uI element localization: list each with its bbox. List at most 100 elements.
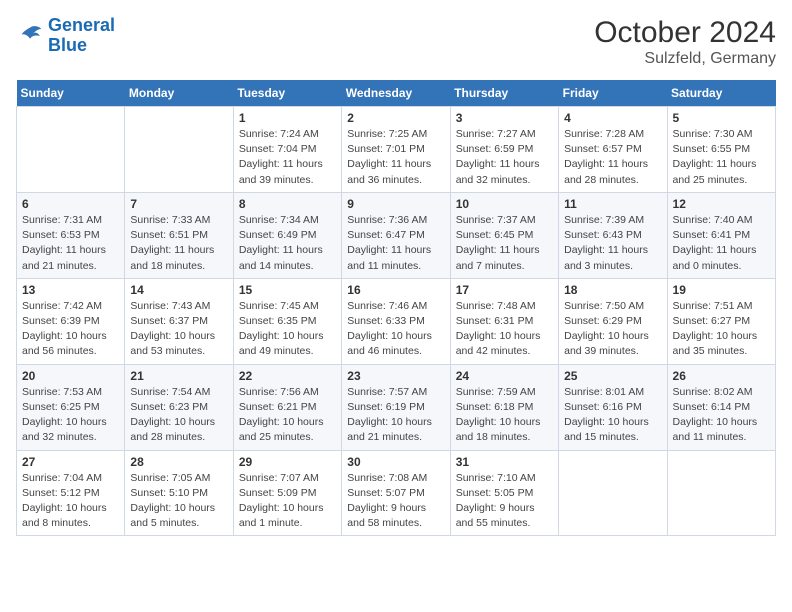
- calendar-week-2: 6Sunrise: 7:31 AMSunset: 6:53 PMDaylight…: [17, 192, 776, 278]
- calendar-cell: 30 Sunrise: 7:08 AMSunset: 5:07 PMDayligh…: [342, 450, 450, 536]
- day-number: 10: [456, 197, 553, 211]
- day-number: 8: [239, 197, 336, 211]
- calendar-cell: [559, 450, 667, 536]
- calendar-header: Sunday Monday Tuesday Wednesday Thursday…: [17, 80, 776, 107]
- col-monday: Monday: [125, 80, 233, 107]
- day-number: 31: [456, 455, 553, 469]
- day-number: 23: [347, 369, 444, 383]
- calendar-body: 1 Sunrise: 7:24 AMSunset: 7:04 PMDaylight…: [17, 107, 776, 536]
- day-number: 15: [239, 283, 336, 297]
- calendar-table: Sunday Monday Tuesday Wednesday Thursday…: [16, 80, 776, 536]
- day-info: Sunrise: 7:56 AMSunset: 6:21 PMDaylight:…: [239, 385, 336, 446]
- calendar-week-1: 1 Sunrise: 7:24 AMSunset: 7:04 PMDaylight…: [17, 107, 776, 193]
- day-info: Sunrise: 7:40 AMSunset: 6:41 PMDaylight:…: [673, 213, 770, 274]
- calendar-week-5: 27 Sunrise: 7:04 AMSunset: 5:12 PMDayligh…: [17, 450, 776, 536]
- logo-text: General Blue: [48, 16, 115, 56]
- calendar-cell: 23 Sunrise: 7:57 AMSunset: 6:19 PMDayligh…: [342, 364, 450, 450]
- day-number: 17: [456, 283, 553, 297]
- calendar-cell: 9 Sunrise: 7:36 AMSunset: 6:47 PMDaylight…: [342, 192, 450, 278]
- day-number: 1: [239, 111, 336, 125]
- day-number: 13: [22, 283, 119, 297]
- day-number: 27: [22, 455, 119, 469]
- day-info: Sunrise: 7:34 AMSunset: 6:49 PMDaylight:…: [239, 213, 336, 274]
- day-number: 14: [130, 283, 227, 297]
- calendar-cell: 3 Sunrise: 7:27 AMSunset: 6:59 PMDaylight…: [450, 107, 558, 193]
- day-info: Sunrise: 7:28 AMSunset: 6:57 PMDaylight:…: [564, 127, 661, 188]
- calendar-week-3: 13 Sunrise: 7:42 AMSunset: 6:39 PMDayligh…: [17, 278, 776, 364]
- day-info: Sunrise: 7:08 AMSunset: 5:07 PMDaylight:…: [347, 471, 444, 532]
- calendar-cell: [125, 107, 233, 193]
- day-info: Sunrise: 7:36 AMSunset: 6:47 PMDaylight:…: [347, 213, 444, 274]
- day-number: 29: [239, 455, 336, 469]
- calendar-cell: 2Sunrise: 7:25 AMSunset: 7:01 PMDaylight…: [342, 107, 450, 193]
- day-number: 28: [130, 455, 227, 469]
- day-info: Sunrise: 7:24 AMSunset: 7:04 PMDaylight:…: [239, 127, 336, 188]
- day-number: 26: [673, 369, 770, 383]
- day-info: Sunrise: 7:57 AMSunset: 6:19 PMDaylight:…: [347, 385, 444, 446]
- day-info: Sunrise: 7:54 AMSunset: 6:23 PMDaylight:…: [130, 385, 227, 446]
- day-number: 11: [564, 197, 661, 211]
- day-info: Sunrise: 7:42 AMSunset: 6:39 PMDaylight:…: [22, 299, 119, 360]
- calendar-cell: 29 Sunrise: 7:07 AMSunset: 5:09 PMDayligh…: [233, 450, 341, 536]
- calendar-cell: 26 Sunrise: 8:02 AMSunset: 6:14 PMDayligh…: [667, 364, 775, 450]
- day-info: Sunrise: 7:33 AMSunset: 6:51 PMDaylight:…: [130, 213, 227, 274]
- day-number: 9: [347, 197, 444, 211]
- col-saturday: Saturday: [667, 80, 775, 107]
- day-info: Sunrise: 7:27 AMSunset: 6:59 PMDaylight:…: [456, 127, 553, 188]
- col-friday: Friday: [559, 80, 667, 107]
- calendar-cell: 24 Sunrise: 7:59 AMSunset: 6:18 PMDayligh…: [450, 364, 558, 450]
- day-number: 22: [239, 369, 336, 383]
- calendar-cell: 21 Sunrise: 7:54 AMSunset: 6:23 PMDayligh…: [125, 364, 233, 450]
- day-info: Sunrise: 7:48 AMSunset: 6:31 PMDaylight:…: [456, 299, 553, 360]
- calendar-cell: 12Sunrise: 7:40 AMSunset: 6:41 PMDayligh…: [667, 192, 775, 278]
- day-info: Sunrise: 7:25 AMSunset: 7:01 PMDaylight:…: [347, 127, 444, 188]
- col-tuesday: Tuesday: [233, 80, 341, 107]
- col-wednesday: Wednesday: [342, 80, 450, 107]
- day-info: Sunrise: 7:04 AMSunset: 5:12 PMDaylight:…: [22, 471, 119, 532]
- day-number: 24: [456, 369, 553, 383]
- calendar-cell: 10Sunrise: 7:37 AMSunset: 6:45 PMDayligh…: [450, 192, 558, 278]
- calendar-cell: 13 Sunrise: 7:42 AMSunset: 6:39 PMDayligh…: [17, 278, 125, 364]
- day-info: Sunrise: 7:30 AMSunset: 6:55 PMDaylight:…: [673, 127, 770, 188]
- calendar-cell: 5 Sunrise: 7:30 AMSunset: 6:55 PMDaylight…: [667, 107, 775, 193]
- col-thursday: Thursday: [450, 80, 558, 107]
- calendar-week-4: 20Sunrise: 7:53 AMSunset: 6:25 PMDayligh…: [17, 364, 776, 450]
- day-number: 7: [130, 197, 227, 211]
- calendar-cell: 22 Sunrise: 7:56 AMSunset: 6:21 PMDayligh…: [233, 364, 341, 450]
- calendar-cell: 8 Sunrise: 7:34 AMSunset: 6:49 PMDaylight…: [233, 192, 341, 278]
- logo-bird-icon: [16, 22, 44, 50]
- header-row: Sunday Monday Tuesday Wednesday Thursday…: [17, 80, 776, 107]
- calendar-cell: 27 Sunrise: 7:04 AMSunset: 5:12 PMDayligh…: [17, 450, 125, 536]
- day-number: 18: [564, 283, 661, 297]
- calendar-cell: 28Sunrise: 7:05 AMSunset: 5:10 PMDayligh…: [125, 450, 233, 536]
- day-number: 20: [22, 369, 119, 383]
- calendar-cell: 20Sunrise: 7:53 AMSunset: 6:25 PMDayligh…: [17, 364, 125, 450]
- logo-line2: Blue: [48, 35, 87, 55]
- day-number: 19: [673, 283, 770, 297]
- day-number: 3: [456, 111, 553, 125]
- calendar-cell: 1 Sunrise: 7:24 AMSunset: 7:04 PMDaylight…: [233, 107, 341, 193]
- calendar-cell: 19Sunrise: 7:51 AMSunset: 6:27 PMDayligh…: [667, 278, 775, 364]
- day-number: 4: [564, 111, 661, 125]
- day-number: 25: [564, 369, 661, 383]
- title-block: October 2024 Sulzfeld, Germany: [594, 16, 776, 68]
- day-number: 16: [347, 283, 444, 297]
- day-number: 5: [673, 111, 770, 125]
- day-info: Sunrise: 7:50 AMSunset: 6:29 PMDaylight:…: [564, 299, 661, 360]
- day-info: Sunrise: 7:59 AMSunset: 6:18 PMDaylight:…: [456, 385, 553, 446]
- calendar-cell: 16Sunrise: 7:46 AMSunset: 6:33 PMDayligh…: [342, 278, 450, 364]
- calendar-cell: 15Sunrise: 7:45 AMSunset: 6:35 PMDayligh…: [233, 278, 341, 364]
- calendar-cell: 7 Sunrise: 7:33 AMSunset: 6:51 PMDaylight…: [125, 192, 233, 278]
- logo: General Blue: [16, 16, 115, 56]
- day-info: Sunrise: 7:07 AMSunset: 5:09 PMDaylight:…: [239, 471, 336, 532]
- day-number: 30: [347, 455, 444, 469]
- day-info: Sunrise: 8:02 AMSunset: 6:14 PMDaylight:…: [673, 385, 770, 446]
- calendar-cell: 31Sunrise: 7:10 AMSunset: 5:05 PMDayligh…: [450, 450, 558, 536]
- calendar-cell: 14 Sunrise: 7:43 AMSunset: 6:37 PMDayligh…: [125, 278, 233, 364]
- calendar-cell: 4 Sunrise: 7:28 AMSunset: 6:57 PMDaylight…: [559, 107, 667, 193]
- day-info: Sunrise: 7:43 AMSunset: 6:37 PMDaylight:…: [130, 299, 227, 360]
- location-subtitle: Sulzfeld, Germany: [594, 50, 776, 68]
- page-header: General Blue October 2024 Sulzfeld, Germ…: [16, 16, 776, 68]
- day-number: 21: [130, 369, 227, 383]
- calendar-cell: [667, 450, 775, 536]
